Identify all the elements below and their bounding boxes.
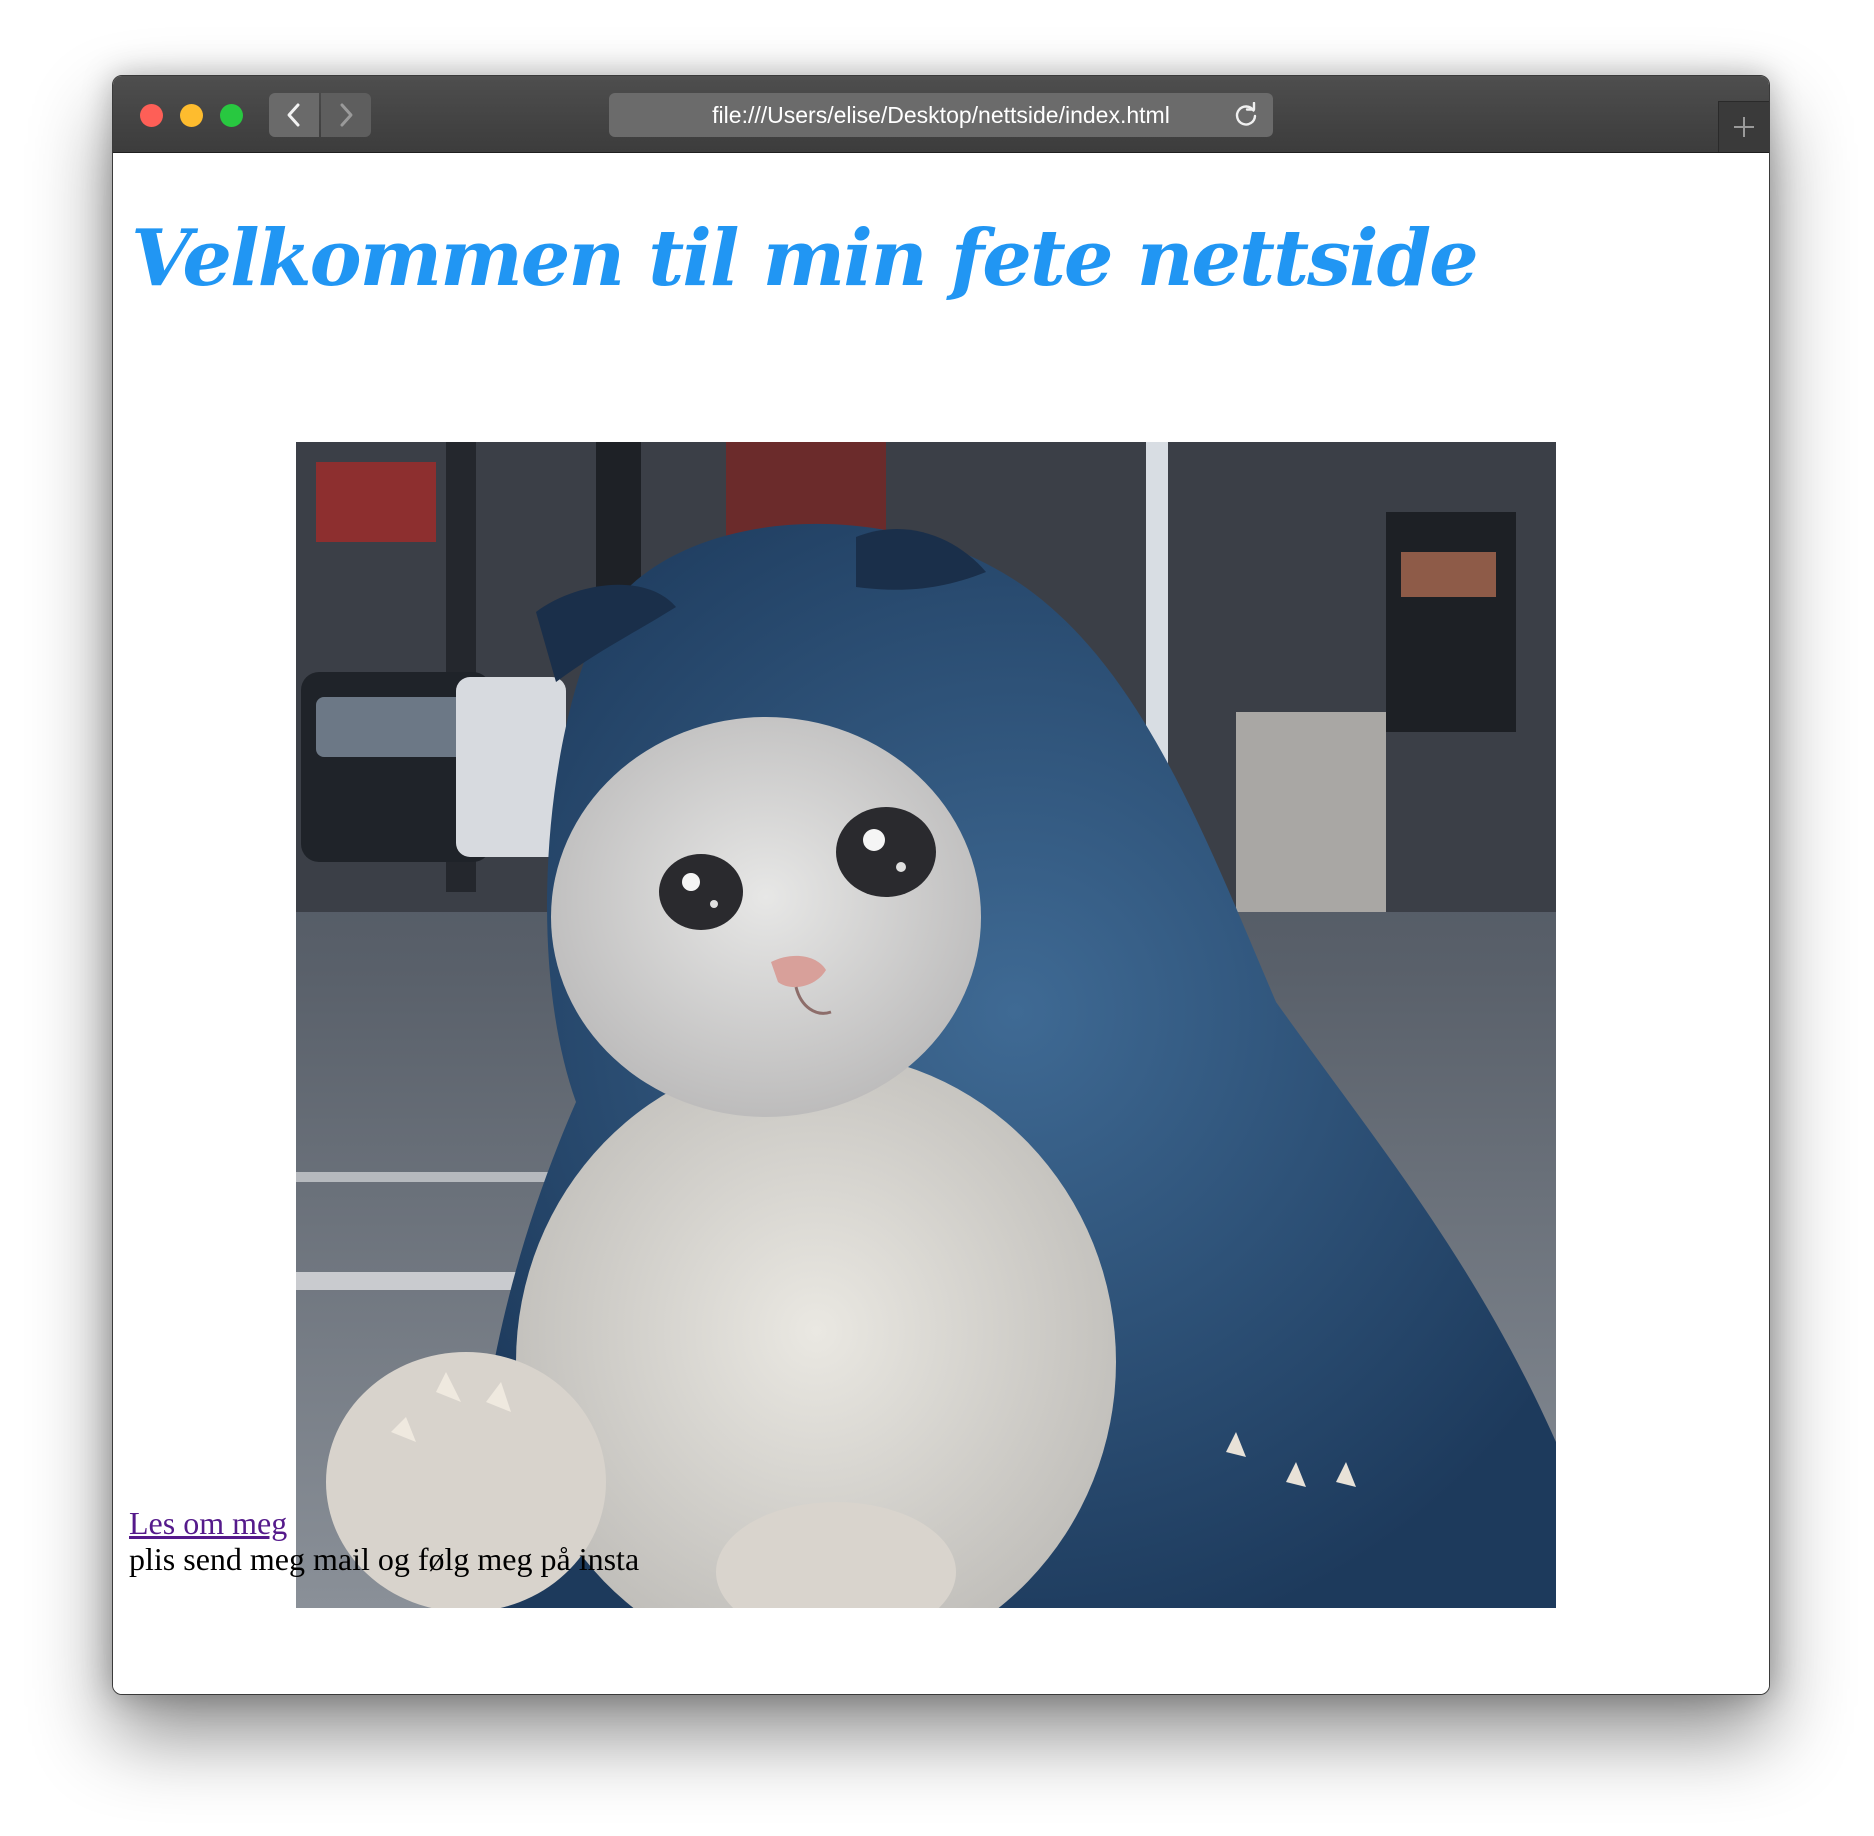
url-text: file:///Users/elise/Desktop/nettside/ind… xyxy=(712,102,1170,128)
chevron-right-icon xyxy=(340,103,353,127)
minimize-window-button[interactable] xyxy=(180,104,203,127)
zoom-window-button[interactable] xyxy=(220,104,243,127)
page-viewport: Velkommen til min fete nettside Les om m… xyxy=(113,153,1769,1694)
chevron-left-icon xyxy=(287,103,300,127)
back-button[interactable] xyxy=(269,93,319,137)
snorlax-cat-illustration xyxy=(296,442,1556,1608)
reload-icon[interactable] xyxy=(1233,102,1259,128)
contact-text: plis send meg mail og følg meg på insta xyxy=(129,1541,640,1577)
close-window-button[interactable] xyxy=(140,104,163,127)
browser-window: file:///Users/elise/Desktop/nettside/ind… xyxy=(112,75,1770,1695)
plus-icon xyxy=(1734,117,1754,137)
about-me-link[interactable]: Les om meg xyxy=(129,1505,287,1542)
browser-toolbar: file:///Users/elise/Desktop/nettside/ind… xyxy=(113,76,1769,153)
new-tab-button[interactable] xyxy=(1718,101,1769,152)
page-heading: Velkommen til min fete nettside xyxy=(131,213,1479,304)
snorlax-cat-image xyxy=(296,442,1556,1608)
address-bar[interactable]: file:///Users/elise/Desktop/nettside/ind… xyxy=(609,93,1273,137)
forward-button[interactable] xyxy=(321,93,371,137)
